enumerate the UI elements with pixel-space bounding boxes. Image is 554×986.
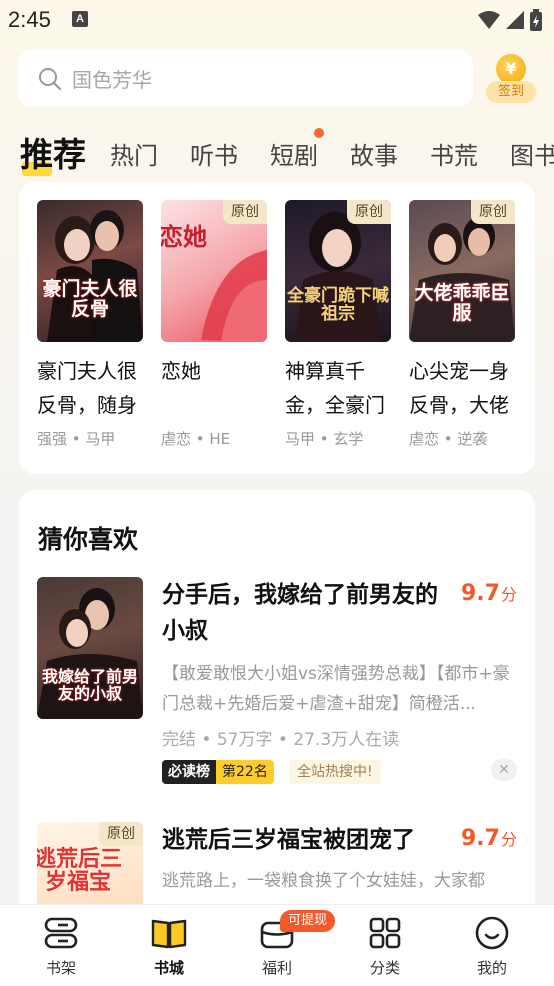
cover-title-art: 全豪门跪下喊祖宗 — [287, 286, 389, 324]
nav-bookstore[interactable]: 书城 — [129, 913, 209, 978]
nav-bookshelf[interactable]: 书架 — [21, 913, 101, 978]
book-title: 神算真千金，全豪门 — [285, 359, 385, 417]
book-title: 逃荒后三岁福宝被团宠了 — [162, 827, 415, 853]
category-tabs: 推荐 热门 听书 短剧 故事 书荒 图书 — [0, 120, 554, 180]
hot-search-tag: 全站热搜中! — [289, 760, 381, 784]
book-tags: 虐恋 • 逆袭 — [409, 430, 488, 448]
coin-icon: ¥ — [496, 54, 526, 84]
book-tags: 强强 • 马甲 — [37, 430, 116, 448]
book-title: 豪门夫人很反骨，随身 — [37, 359, 137, 417]
book-title: 恋她 — [161, 359, 201, 383]
book-cover: 原创 大佬乖乖臣服 — [409, 200, 515, 342]
book-card[interactable]: 豪门夫人很反骨 豪门夫人很反骨，随身 强强 • 马甲 — [37, 200, 145, 449]
cover-title-art: 大佬乖乖臣服 — [414, 282, 510, 324]
section-heading: 猜你喜欢 — [38, 525, 139, 554]
book-tags: 虐恋 • HE — [161, 430, 231, 448]
close-icon: ✕ — [498, 762, 510, 778]
nav-label: 书城 — [153, 959, 184, 977]
rank-value: 第22名 — [216, 760, 274, 784]
book-cover: 原创 全豪门跪下喊祖宗 — [285, 200, 391, 342]
guess-you-like-card: 猜你喜欢 我嫁给了前男友的小叔 分手后，我嫁给了前男友的小叔 9.7分 【敢爱敢… — [19, 490, 535, 964]
book-cover: 原创 恋她 — [161, 200, 267, 342]
book-cover: 我嫁给了前男友的小叔 — [37, 577, 143, 719]
rank-badge: 必读榜 第22名 — [162, 760, 274, 784]
book-card[interactable]: 原创 恋她 恋她 虐恋 • HE — [161, 200, 269, 449]
status-icons — [478, 9, 542, 31]
rank-label: 必读榜 — [162, 760, 216, 784]
book-card[interactable]: 原创 全豪门跪下喊祖宗 神算真千金，全豪门 马甲 • 玄学 — [285, 200, 393, 449]
book-title: 分手后，我嫁给了前男友的小叔 — [162, 582, 438, 644]
search-input[interactable]: 国色芳华 — [18, 50, 473, 107]
status-time: 2:45 — [8, 7, 51, 32]
checkin-button[interactable]: ¥ 签到 — [484, 52, 538, 106]
bottom-navigation: 书架 书城 福利 分类 我的 — [0, 904, 554, 986]
tab-short-drama[interactable]: 短剧 — [270, 136, 318, 171]
original-badge: 原创 — [99, 822, 143, 846]
book-tags: 马甲 • 玄学 — [285, 430, 364, 448]
profile-icon — [452, 913, 532, 953]
nav-label: 书架 — [45, 959, 76, 977]
tab-popular[interactable]: 热门 — [110, 136, 158, 171]
category-icon — [345, 913, 425, 953]
nav-label: 福利 — [261, 959, 292, 977]
book-meta: 完结 • 57万字 • 27.3万人在读 — [162, 730, 400, 750]
cover-title-art: 我嫁给了前男友的小叔 — [41, 667, 138, 703]
cover-title-art: 豪门夫人很反骨 — [42, 278, 138, 320]
cover-title-art: 恋她 — [161, 222, 207, 251]
original-badge: 原创 — [471, 200, 515, 224]
book-description: 【敢爱敢恨大小姐vs深情强势总裁】【都市+豪门总裁+先婚后爱+虐渣+甜宠】简橙活… — [162, 664, 510, 714]
nav-profile[interactable]: 我的 — [452, 913, 532, 978]
cover-title-art: 逃荒后三岁福宝 — [37, 846, 122, 896]
tab-books[interactable]: 图书 — [510, 136, 554, 171]
bookshelf-icon — [21, 913, 101, 953]
tab-recommend[interactable]: 推荐 — [20, 128, 86, 176]
original-badge: 原创 — [347, 200, 391, 224]
new-dot-badge — [314, 128, 324, 138]
tab-book-shortage[interactable]: 书荒 — [430, 136, 478, 171]
checkin-label: 签到 — [486, 81, 536, 103]
tab-audiobook[interactable]: 听书 — [190, 136, 238, 171]
status-bar: 2:45 A — [0, 0, 554, 40]
wifi-icon — [478, 11, 500, 29]
book-title: 心尖宠一身反骨，大佬 — [409, 359, 509, 417]
recommend-card: 豪门夫人很反骨 豪门夫人很反骨，随身 强强 • 马甲 原创 恋她 恋她 虐恋 •… — [19, 182, 535, 474]
withdraw-badge: 可提现 — [280, 910, 336, 932]
nav-label: 分类 — [369, 959, 400, 977]
book-cover: 豪门夫人很反骨 — [37, 200, 143, 342]
nav-category[interactable]: 分类 — [345, 913, 425, 978]
book-score: 9.7分 — [461, 581, 517, 606]
search-placeholder: 国色芳华 — [72, 68, 152, 92]
bookstore-icon — [129, 913, 209, 953]
dismiss-button[interactable]: ✕ — [491, 759, 517, 781]
notification-icon: A — [72, 11, 88, 27]
book-score: 9.7分 — [461, 826, 517, 851]
signal-icon — [506, 11, 524, 29]
tab-stories[interactable]: 故事 — [350, 136, 398, 171]
book-list-item[interactable]: 我嫁给了前男友的小叔 分手后，我嫁给了前男友的小叔 9.7分 【敢爱敢恨大小姐v… — [37, 577, 517, 792]
battery-icon — [530, 9, 542, 31]
nav-label: 我的 — [476, 959, 507, 977]
book-description: 逃荒路上，一袋粮食换了个女娃娃，大家都 — [162, 871, 485, 891]
search-icon — [39, 67, 62, 90]
book-card[interactable]: 原创 大佬乖乖臣服 心尖宠一身反骨，大佬 虐恋 • 逆袭 — [409, 200, 517, 449]
original-badge: 原创 — [223, 200, 267, 224]
